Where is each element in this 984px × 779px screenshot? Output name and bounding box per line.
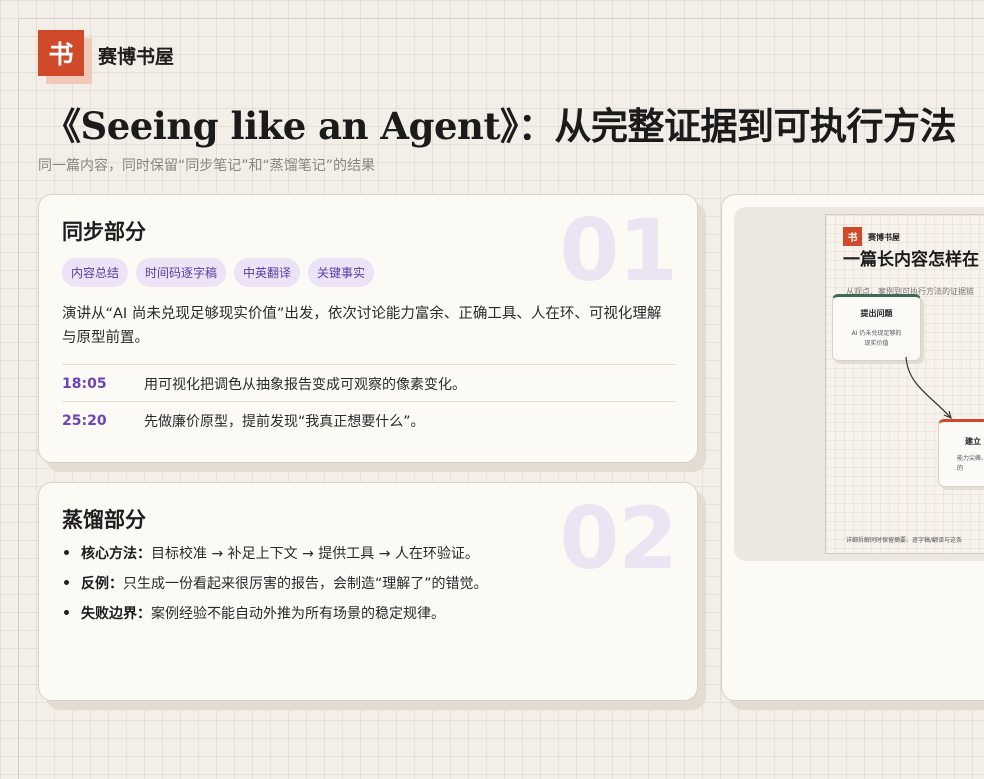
card-title: 蒸馏部分	[62, 508, 146, 532]
card-number: 01	[559, 201, 678, 301]
thumbnail-title: 一篇长内容怎样在	[843, 250, 979, 270]
timestamp[interactable]: 25:20	[62, 413, 144, 429]
node-body: 能力尖峰、 的	[957, 455, 984, 472]
list-item: 反例：只生成一份看起来很厉害的报告，会制造“理解了”的错觉。	[62, 573, 488, 603]
brand-name: 赛博书屋	[98, 46, 175, 68]
card-number: 02	[559, 489, 678, 589]
page-subtitle: 同一篇内容，同时保留“同步笔记”和“蒸馏笔记”的结果	[38, 158, 376, 174]
item-key: 失败边界：	[81, 606, 151, 622]
thumbnail-footer: 详细拆解同时保留摘要、逐字稿/翻译与这条	[846, 537, 963, 544]
preview-thumbnail[interactable]: 书 赛博书屋 一篇长内容怎样在 从观点、案例到可执行方法的证据链 提出问题 AI…	[825, 214, 984, 554]
tag-summary: 内容总结	[62, 258, 129, 287]
timestamp-row: 18:05 用可视化把调色从抽象报告变成可观察的像素变化。	[62, 364, 676, 402]
thumbnail-node: 建立 能力尖峰、 的	[938, 419, 984, 487]
brand-logo: 书	[38, 30, 84, 76]
flow-arrow-icon	[905, 356, 952, 420]
tag-key-facts: 关键事实	[308, 258, 375, 287]
item-text: 案例经验不能自动外推为所有场景的稳定规律。	[151, 606, 445, 622]
tag-translation: 中英翻译	[234, 258, 301, 287]
item-key: 核心方法：	[81, 546, 151, 562]
thumbnail-node: 提出问题 AI 仍未兑现足够的 现实价值	[832, 294, 921, 361]
preview-card: 书 赛博书屋 一篇长内容怎样在 从观点、案例到可执行方法的证据链 提出问题 AI…	[721, 194, 984, 701]
preview-image-area: 书 赛博书屋 一篇长内容怎样在 从观点、案例到可执行方法的证据链 提出问题 AI…	[734, 207, 984, 561]
list-item: 失败边界：案例经验不能自动外推为所有场景的稳定规律。	[62, 603, 488, 633]
tag-transcript: 时间码逐字稿	[136, 258, 227, 287]
timestamp-text: 用可视化把调色从抽象报告变成可观察的像素变化。	[144, 376, 466, 393]
tag-list: 内容总结 时间码逐字稿 中英翻译 关键事实	[62, 258, 375, 287]
item-text: 只生成一份看起来很厉害的报告，会制造“理解了”的错觉。	[123, 576, 488, 592]
item-text: 目标校准 → 补足上下文 → 提供工具 → 人在环验证。	[151, 546, 479, 562]
item-key: 反例：	[81, 576, 123, 592]
node-title: 提出问题	[860, 309, 893, 318]
list-item: 核心方法：目标校准 → 补足上下文 → 提供工具 → 人在环验证。	[62, 543, 488, 573]
thumbnail-brand: 赛博书屋	[868, 233, 900, 242]
bullet-list: 核心方法：目标校准 → 补足上下文 → 提供工具 → 人在环验证。 反例：只生成…	[62, 543, 488, 633]
timestamp[interactable]: 18:05	[62, 376, 144, 392]
thumbnail-logo: 书	[843, 227, 862, 246]
page-title: 《Seeing like an Agent》：从完整证据到可执行方法	[44, 104, 957, 148]
card-title: 同步部分	[62, 220, 146, 244]
distill-card: 02 蒸馏部分 核心方法：目标校准 → 补足上下文 → 提供工具 → 人在环验证…	[38, 482, 698, 701]
timestamp-row: 25:20 先做廉价原型，提前发现“我真正想要什么”。	[62, 401, 676, 439]
node-body: AI 仍未兑现足够的 现实价值	[851, 330, 902, 347]
card-summary: 演讲从“AI 尚未兑现足够现实价值”出发，依次讨论能力富余、正确工具、人在环、可…	[62, 306, 662, 346]
timestamp-text: 先做廉价原型，提前发现“我真正想要什么”。	[144, 413, 425, 430]
sync-card: 01 同步部分 内容总结 时间码逐字稿 中英翻译 关键事实 演讲从“AI 尚未兑…	[38, 194, 698, 463]
node-title: 建立	[965, 437, 981, 446]
